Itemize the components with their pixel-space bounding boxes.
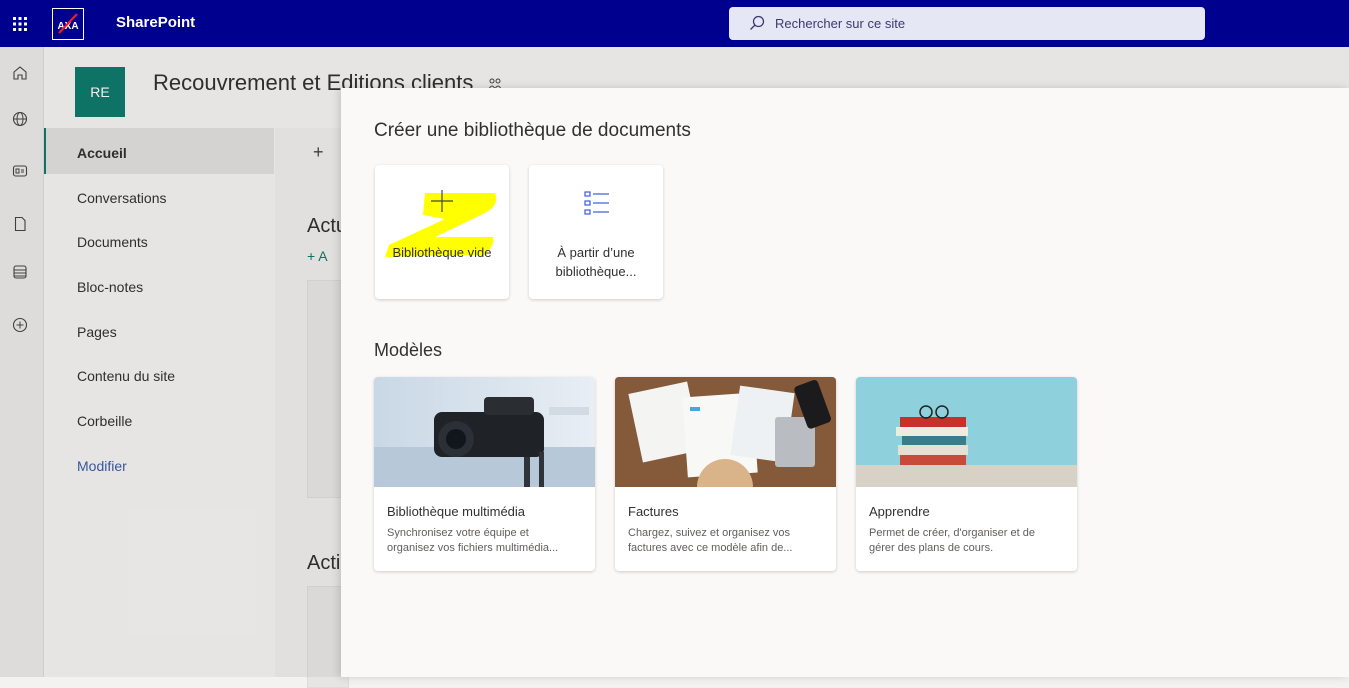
invoices-image [615, 377, 836, 487]
template-desc-invoices: Chargez, suivez et organisez vos facture… [628, 526, 828, 556]
panel-title: Créer une bibliothèque de documents [374, 120, 691, 141]
template-desc-learn-line2: gérer des plans de cours. [869, 542, 994, 554]
add-icon [430, 189, 454, 218]
multimedia-image [374, 377, 595, 487]
app-launcher-icon[interactable] [0, 0, 40, 47]
learn-image [856, 377, 1077, 487]
blank-library-label: Bibliothèque vide [392, 245, 492, 260]
template-desc-learn-line1: Permet de créer, d'organiser et de [869, 527, 1035, 539]
template-title-multimedia: Bibliothèque multimédia [387, 504, 526, 519]
template-desc-multimedia-line1: Synchronisez votre équipe et [387, 527, 529, 539]
search-box[interactable]: Rechercher sur ce site [729, 7, 1205, 40]
highlight-scribble [385, 193, 497, 257]
search-placeholder: Rechercher sur ce site [775, 16, 906, 31]
template-card-invoices[interactable]: Factures Chargez, suivez et organisez vo… [615, 377, 836, 571]
template-desc-multimedia: Synchronisez votre équipe et organisez v… [387, 526, 587, 556]
blank-library-card[interactable]: Bibliothèque vide [375, 165, 509, 299]
template-desc-multimedia-line2: organisez vos fichiers multimédia... [387, 542, 559, 554]
template-title-invoices: Factures [628, 504, 679, 519]
from-existing-library-card[interactable]: À partir d’une bibliothèque... [529, 165, 663, 299]
axa-logo-mark: AXA [53, 9, 83, 39]
axa-logo[interactable]: AXA [52, 8, 84, 40]
app-name[interactable]: SharePoint [116, 14, 195, 31]
search-icon [749, 15, 765, 36]
template-card-multimedia[interactable]: Bibliothèque multimédia Synchronisez vot… [374, 377, 595, 571]
templates-title: Modèles [374, 340, 443, 360]
template-desc-invoices-line2: factures avec ce modèle afin de... [628, 542, 793, 554]
template-desc-invoices-line1: Chargez, suivez et organisez vos [628, 527, 791, 539]
template-title-learn: Apprendre [869, 504, 930, 519]
list-icon [584, 190, 610, 221]
template-card-learn[interactable]: Apprendre Permet de créer, d'organiser e… [856, 377, 1077, 571]
from-existing-label-1: À partir d’une [557, 245, 635, 260]
from-existing-label-2: bibliothèque... [555, 264, 637, 279]
template-desc-learn: Permet de créer, d'organiser et de gérer… [869, 526, 1069, 556]
